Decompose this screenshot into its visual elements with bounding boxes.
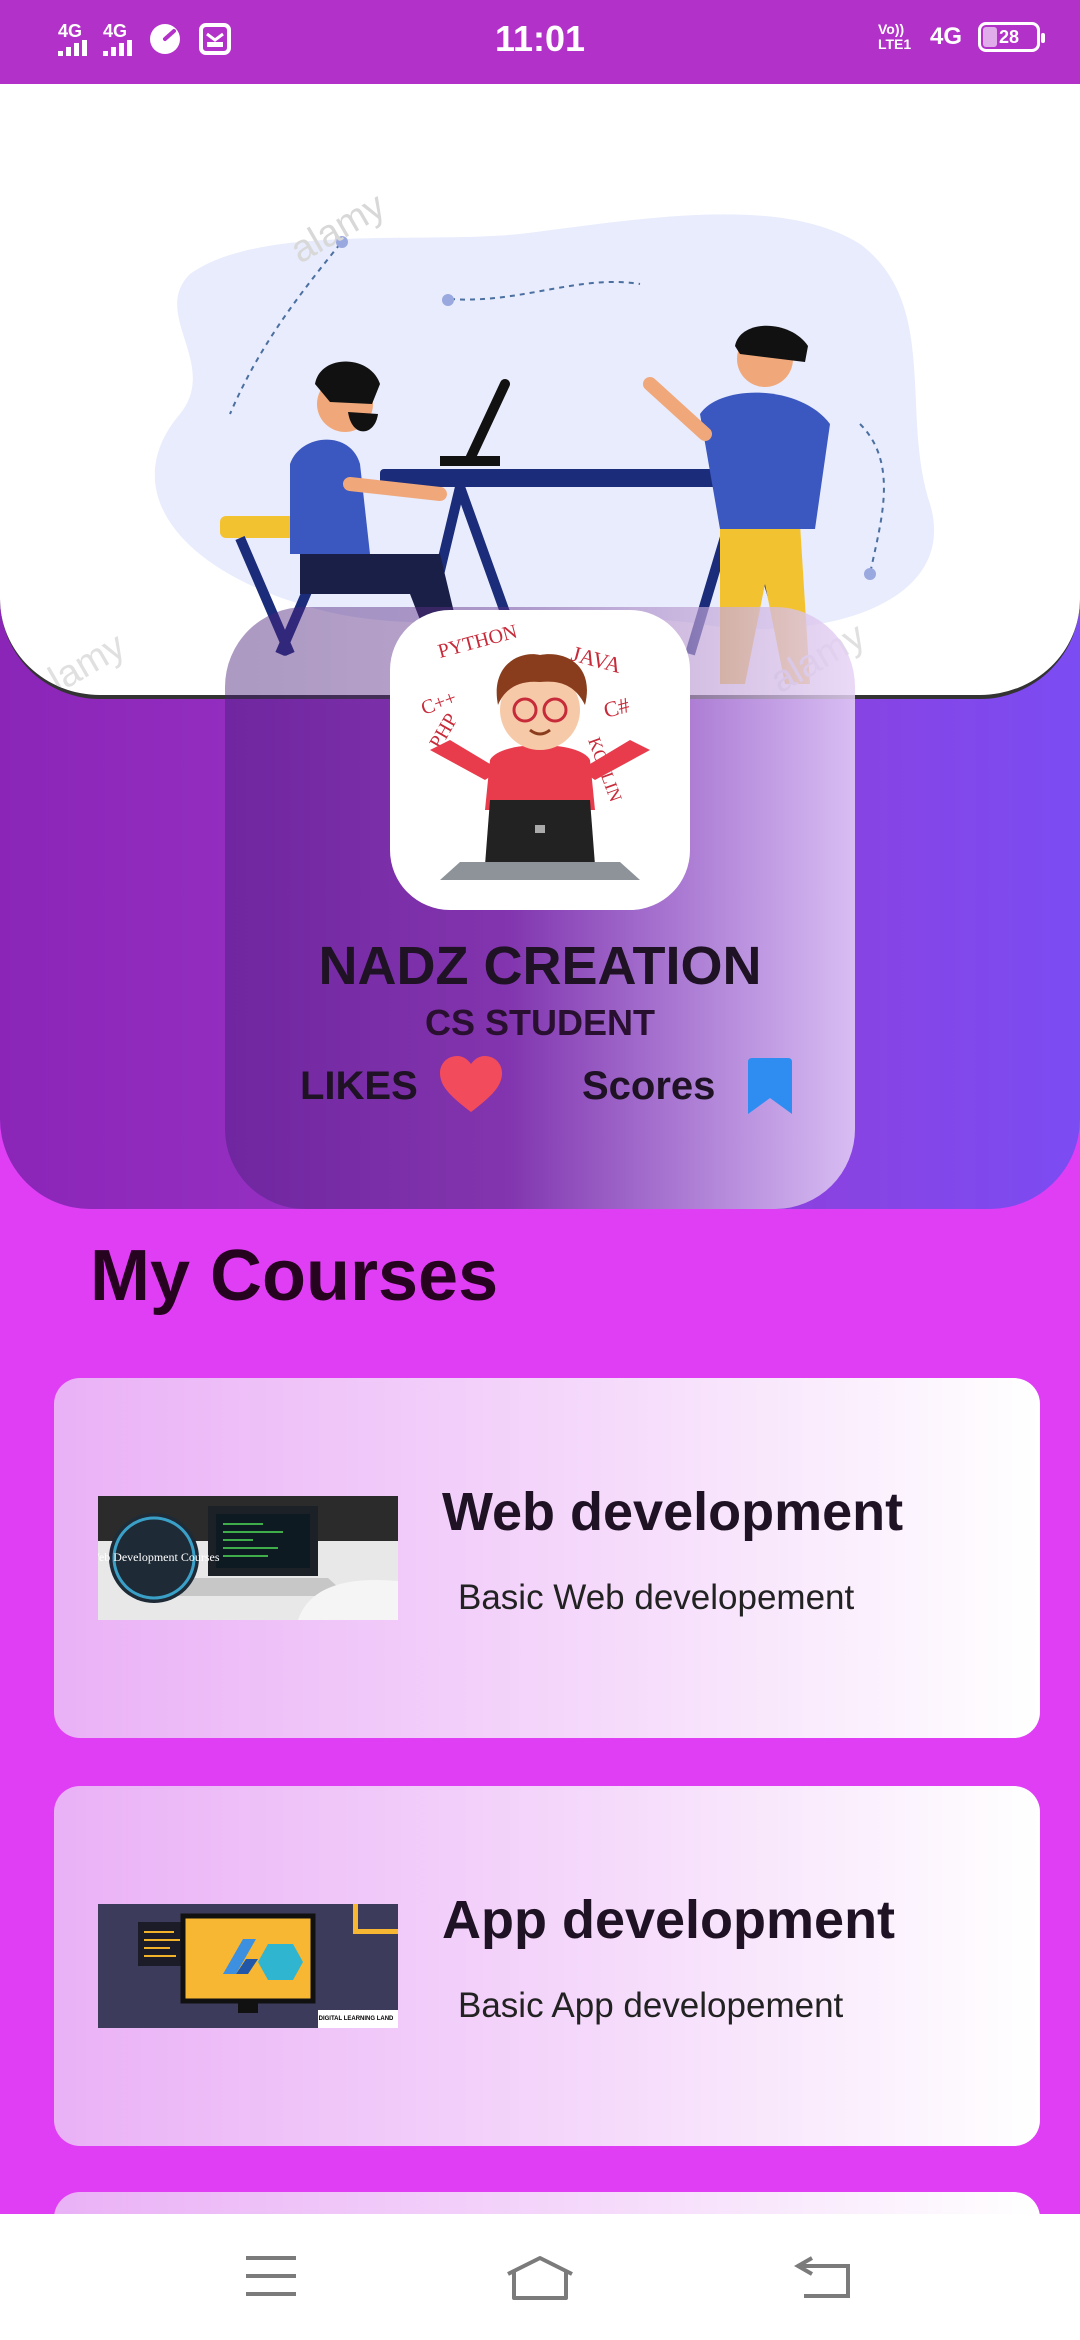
status-bar: 4G 4G 11:01 Vo)) LTE1 4G 28 (0, 0, 1080, 84)
likes-label: LIKES (300, 1064, 418, 1108)
heart-icon[interactable] (440, 1056, 502, 1114)
battery-icon: 28 (978, 22, 1045, 52)
home-icon[interactable] (504, 2254, 576, 2302)
course-thumbnail-app: DIGITAL LEARNING LAND (98, 1904, 398, 2028)
my-courses-heading: My Courses (90, 1236, 499, 1316)
profile-name: NADZ CREATION (318, 936, 762, 996)
watermark-text-2: alamy (24, 625, 133, 699)
logo-word-cpp: C++ (418, 687, 459, 720)
course-thumbnail-web: Web Development Courses (98, 1496, 398, 1620)
logo-word-python: PYTHON (436, 621, 520, 663)
app-thumb-text: DIGITAL LEARNING LAND (319, 2016, 394, 2022)
web-thumb-text: Web Development Courses (98, 1550, 220, 1564)
logo-word-csharp: C# (601, 692, 632, 723)
course-card-web[interactable]: Web Development Courses Web development … (54, 1378, 1040, 1738)
course-title: Web development (442, 1482, 904, 1542)
course-card-app[interactable]: DIGITAL LEARNING LAND App development Ba… (54, 1786, 1040, 2146)
profile-avatar[interactable]: PYTHON JAVA C++ C# PHP KOTLIN (390, 610, 690, 910)
profile-role: CS STUDENT (424, 1002, 655, 1043)
volte-icon: Vo)) LTE1 (877, 21, 912, 52)
menu-icon[interactable] (244, 2254, 298, 2298)
network-type-right: 4G (929, 23, 962, 50)
system-navigation-bar (0, 2214, 1080, 2340)
course-subtitle: Basic App developement (458, 1986, 844, 2025)
scores-label: Scores (582, 1064, 716, 1108)
bookmark-icon[interactable] (748, 1058, 792, 1116)
course-subtitle: Basic Web developement (458, 1578, 855, 1617)
status-right: Vo)) LTE1 4G 28 (877, 21, 1045, 52)
course-title: App development (442, 1890, 896, 1950)
back-icon[interactable] (794, 2254, 852, 2300)
coder-logo-icon: PYTHON JAVA C++ C# PHP KOTLIN (418, 621, 650, 880)
battery-level: 28 (998, 27, 1020, 47)
